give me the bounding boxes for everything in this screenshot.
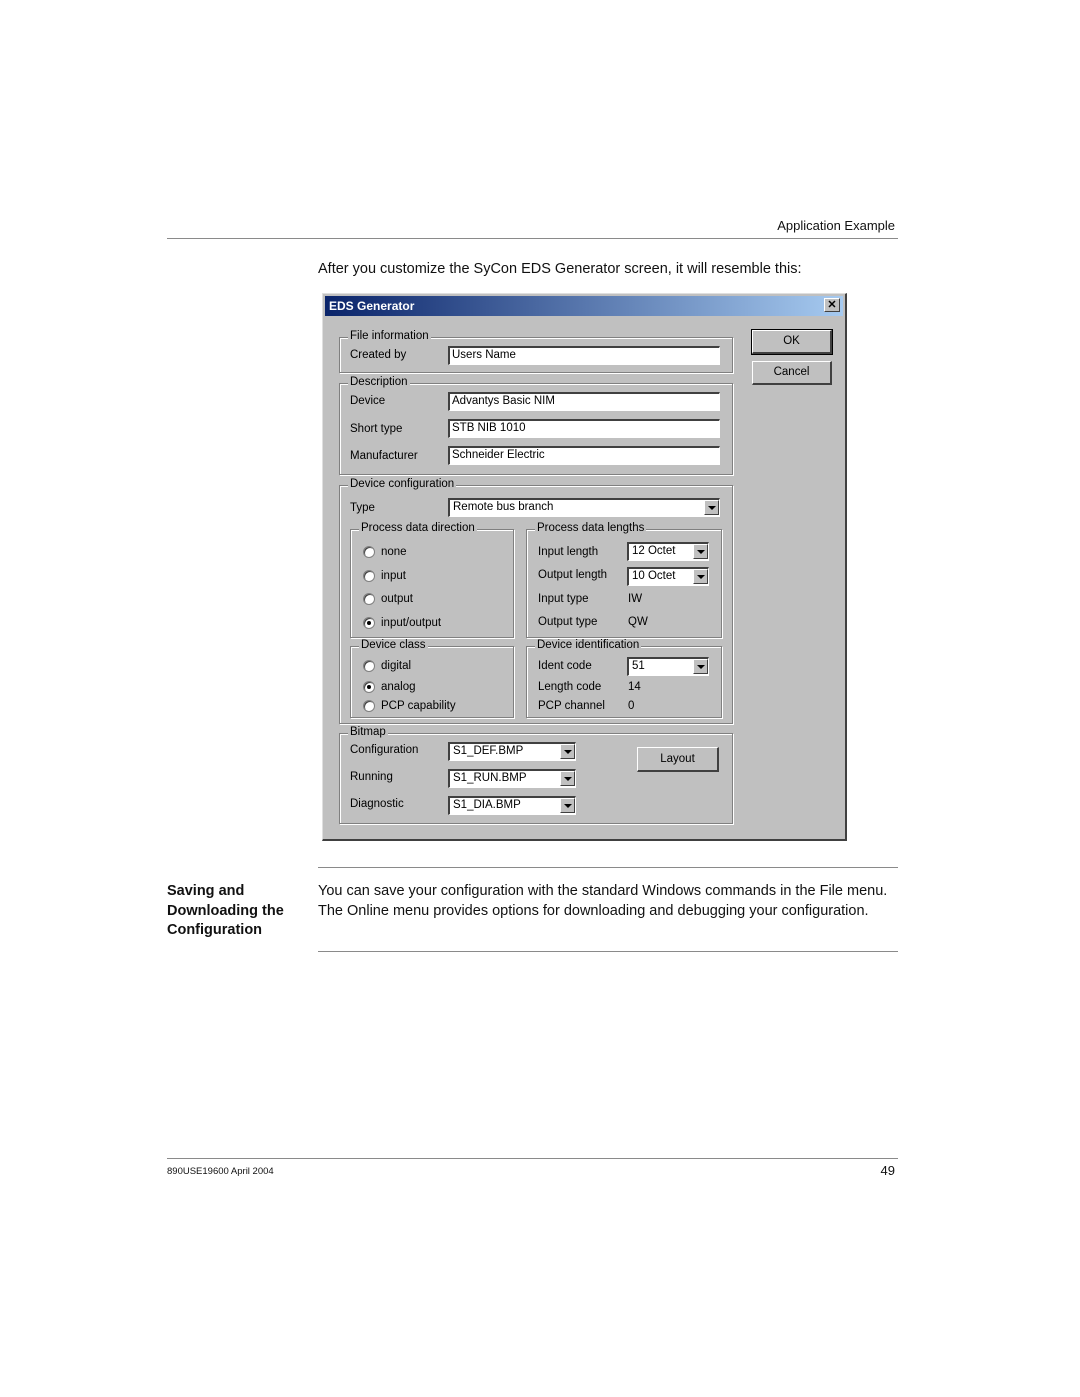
radio-input-output-label: input/output — [381, 617, 442, 629]
output-type-label: Output type — [538, 616, 598, 628]
file-information-group: File information Created by Users Name — [339, 330, 733, 373]
section-header: Application Example — [777, 218, 895, 233]
type-value: Remote bus branch — [453, 501, 554, 513]
section-rule-top — [318, 867, 898, 868]
pcp-channel-label: PCP channel — [538, 700, 605, 712]
device-configuration-legend: Device configuration — [348, 478, 457, 490]
cancel-button[interactable]: Cancel — [752, 361, 832, 385]
ident-code-value: 51 — [632, 660, 645, 672]
chevron-down-icon[interactable] — [693, 569, 708, 584]
process-data-direction-group: Process data direction none input output… — [350, 522, 514, 638]
dialog-titlebar: EDS Generator ✕ — [325, 296, 843, 316]
radio-analog[interactable] — [363, 681, 375, 693]
radio-pcp-capability[interactable] — [363, 700, 375, 712]
length-code-value: 14 — [628, 681, 641, 693]
device-class-group: Device class digital analog PCP capabili… — [350, 639, 514, 718]
configuration-label: Configuration — [350, 744, 419, 756]
ident-code-label: Ident code — [538, 660, 592, 672]
short-type-input[interactable]: STB NIB 1010 — [448, 419, 720, 438]
document-id: 890USE19600 April 2004 — [167, 1166, 274, 1177]
radio-digital[interactable] — [363, 660, 375, 672]
device-input[interactable]: Advantys Basic NIM — [448, 392, 720, 411]
device-configuration-group: Device configuration Type Remote bus bra… — [339, 478, 733, 724]
eds-generator-dialog: EDS Generator ✕ OK Cancel File informati… — [322, 293, 847, 841]
configuration-bitmap-select[interactable]: S1_DEF.BMP — [448, 742, 576, 761]
input-length-label: Input length — [538, 546, 599, 558]
type-label: Type — [350, 502, 375, 514]
chevron-down-icon[interactable] — [560, 771, 575, 786]
footer-rule — [167, 1158, 898, 1159]
input-type-label: Input type — [538, 593, 589, 605]
input-type-value: IW — [628, 593, 643, 605]
short-type-label: Short type — [350, 423, 403, 435]
chevron-down-icon[interactable] — [560, 798, 575, 813]
ok-button[interactable]: OK — [751, 329, 833, 355]
radio-input[interactable] — [363, 570, 375, 582]
input-length-select[interactable]: 12 Octet — [627, 542, 709, 561]
radio-none[interactable] — [363, 546, 375, 558]
device-identification-group: Device identification Ident code 51 Leng… — [526, 639, 722, 718]
input-length-value: 12 Octet — [632, 545, 676, 557]
diagnostic-bitmap-value: S1_DIA.BMP — [453, 799, 521, 811]
section-rule-bottom — [318, 951, 898, 952]
chevron-down-icon[interactable] — [693, 544, 708, 559]
intro-text: After you customize the SyCon EDS Genera… — [318, 261, 802, 277]
pcp-channel-value: 0 — [628, 700, 635, 712]
radio-input-output[interactable] — [363, 617, 375, 629]
process-data-lengths-legend: Process data lengths — [535, 522, 647, 534]
device-label: Device — [350, 395, 386, 407]
chevron-down-icon[interactable] — [704, 500, 719, 515]
chevron-down-icon[interactable] — [560, 744, 575, 759]
header-rule — [167, 238, 898, 239]
ident-code-select[interactable]: 51 — [627, 657, 709, 676]
diagnostic-bitmap-select[interactable]: S1_DIA.BMP — [448, 796, 576, 815]
radio-analog-label: analog — [381, 681, 416, 693]
output-length-value: 10 Octet — [632, 570, 676, 582]
running-bitmap-value: S1_RUN.BMP — [453, 772, 527, 784]
close-icon: ✕ — [827, 299, 837, 311]
bitmap-legend: Bitmap — [348, 726, 388, 738]
section-heading: Saving and Downloading the Configuration — [167, 883, 284, 938]
dialog-title: EDS Generator — [329, 299, 415, 313]
page-number: 49 — [880, 1163, 895, 1178]
section-body: You can save your configuration with the… — [318, 883, 888, 919]
running-label: Running — [350, 771, 393, 783]
type-select[interactable]: Remote bus branch — [448, 498, 720, 517]
created-by-input[interactable]: Users Name — [448, 346, 720, 365]
manufacturer-label: Manufacturer — [350, 450, 418, 462]
close-button[interactable]: ✕ — [824, 298, 840, 312]
radio-none-label: none — [381, 546, 407, 558]
device-class-legend: Device class — [359, 639, 428, 651]
radio-output[interactable] — [363, 593, 375, 605]
running-bitmap-select[interactable]: S1_RUN.BMP — [448, 769, 576, 788]
radio-input-label: input — [381, 570, 406, 582]
device-identification-legend: Device identification — [535, 639, 642, 651]
process-data-lengths-group: Process data lengths Input length 12 Oct… — [526, 522, 722, 638]
configuration-bitmap-value: S1_DEF.BMP — [453, 745, 524, 757]
diagnostic-label: Diagnostic — [350, 798, 404, 810]
output-type-value: QW — [628, 616, 648, 628]
description-legend: Description — [348, 376, 410, 388]
created-by-label: Created by — [350, 349, 407, 361]
layout-button[interactable]: Layout — [637, 747, 719, 772]
length-code-label: Length code — [538, 681, 602, 693]
output-length-select[interactable]: 10 Octet — [627, 567, 709, 586]
output-length-label: Output length — [538, 569, 608, 581]
manufacturer-input[interactable]: Schneider Electric — [448, 446, 720, 465]
description-group: Description Device Advantys Basic NIM Sh… — [339, 376, 733, 475]
radio-pcp-capability-label: PCP capability — [381, 700, 456, 712]
radio-digital-label: digital — [381, 660, 412, 672]
file-information-legend: File information — [348, 330, 431, 342]
process-data-direction-legend: Process data direction — [359, 522, 477, 534]
bitmap-group: Bitmap Configuration S1_DEF.BMP Running … — [339, 726, 733, 824]
chevron-down-icon[interactable] — [693, 659, 708, 674]
radio-output-label: output — [381, 593, 413, 605]
